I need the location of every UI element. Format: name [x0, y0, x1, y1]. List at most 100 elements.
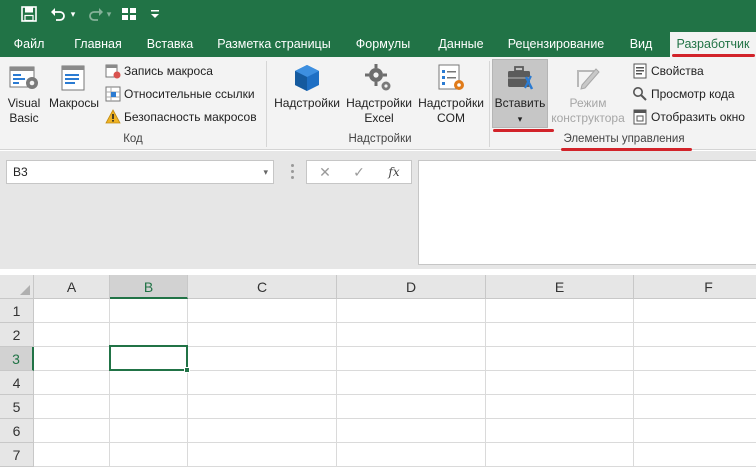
insert-controls-button[interactable]: Вставить ▾: [492, 63, 548, 127]
grid-cell[interactable]: [110, 419, 188, 443]
redo-icon[interactable]: [86, 3, 106, 25]
tab-insert[interactable]: Вставка: [140, 30, 200, 57]
enter-icon[interactable]: ✓: [345, 161, 373, 183]
visual-basic-label-2: Basic: [9, 111, 39, 125]
column-header-f[interactable]: F: [634, 275, 756, 299]
macros-icon: [61, 65, 85, 91]
column-header-c[interactable]: C: [188, 275, 337, 299]
row-header-2[interactable]: 2: [0, 323, 34, 347]
grid-cell[interactable]: [337, 347, 486, 371]
row-header-6[interactable]: 6: [0, 419, 34, 443]
fill-handle[interactable]: [184, 367, 190, 373]
com-addins-button[interactable]: Надстройки COM: [415, 63, 487, 126]
select-all-button[interactable]: [0, 275, 34, 299]
grid-cell[interactable]: [634, 395, 756, 419]
addins-button[interactable]: Надстройки: [272, 63, 342, 111]
design-mode-button[interactable]: Режим конструктора: [549, 63, 627, 126]
grid-cell[interactable]: [486, 347, 634, 371]
undo-dropdown-icon[interactable]: ▾: [68, 3, 78, 25]
record-macro-button[interactable]: Запись макроса: [105, 61, 213, 81]
grid-cell[interactable]: [188, 419, 337, 443]
macros-button[interactable]: Макросы: [46, 63, 102, 111]
form-icon[interactable]: [119, 3, 139, 25]
tab-formulas[interactable]: Формулы: [348, 30, 418, 57]
grid-cell[interactable]: [34, 323, 110, 347]
grid-cell[interactable]: [34, 443, 110, 467]
row-header-3[interactable]: 3: [0, 347, 34, 371]
row-header-5[interactable]: 5: [0, 395, 34, 419]
grid-cell[interactable]: [34, 395, 110, 419]
relative-references-button[interactable]: Относительные ссылки: [105, 84, 255, 104]
grid-cell[interactable]: [188, 347, 337, 371]
grid-cell[interactable]: [634, 299, 756, 323]
design-mode-icon: [577, 68, 600, 90]
grid-cell[interactable]: [337, 371, 486, 395]
grid-cell[interactable]: [34, 419, 110, 443]
grid-cell[interactable]: [337, 299, 486, 323]
grid-cell[interactable]: [188, 323, 337, 347]
save-icon[interactable]: [18, 3, 40, 25]
grid-cell[interactable]: [110, 395, 188, 419]
code-group-label: Код: [123, 133, 143, 145]
grid-cell[interactable]: [34, 347, 110, 371]
grid-cell[interactable]: [188, 443, 337, 467]
grid-cell[interactable]: [337, 419, 486, 443]
record-macro-icon: [105, 64, 121, 79]
grid-cell[interactable]: [634, 419, 756, 443]
name-box[interactable]: B3 ▾: [6, 160, 274, 184]
row-header-7[interactable]: 7: [0, 443, 34, 467]
column-header-b[interactable]: B: [110, 275, 188, 299]
tab-view[interactable]: Вид: [620, 30, 662, 57]
grid-cell[interactable]: [34, 299, 110, 323]
grid-cell[interactable]: [634, 323, 756, 347]
column-header-a[interactable]: A: [34, 275, 110, 299]
grid-cell[interactable]: [634, 347, 756, 371]
grid-cell[interactable]: [486, 371, 634, 395]
column-header-e[interactable]: E: [486, 275, 634, 299]
grid-cell[interactable]: [634, 371, 756, 395]
excel-addins-button[interactable]: Надстройки Excel: [343, 63, 415, 126]
row-header-1[interactable]: 1: [0, 299, 34, 323]
selected-cell[interactable]: [109, 345, 190, 373]
grid-cell[interactable]: [34, 371, 110, 395]
tab-home[interactable]: Главная: [66, 30, 130, 57]
grid-cell[interactable]: [337, 443, 486, 467]
row-header-4[interactable]: 4: [0, 371, 34, 395]
tab-file[interactable]: Файл: [6, 30, 52, 57]
formula-bar-splitter-icon[interactable]: [291, 164, 294, 180]
tab-data[interactable]: Данные: [430, 30, 492, 57]
excel-addins-label-2: Excel: [364, 111, 394, 125]
grid-cell[interactable]: [337, 323, 486, 347]
grid-cell[interactable]: [486, 323, 634, 347]
grid-cell[interactable]: [110, 371, 188, 395]
cancel-icon[interactable]: ✕: [311, 161, 339, 183]
excel-addins-label-1: Надстройки: [346, 96, 412, 110]
grid-cell[interactable]: [337, 395, 486, 419]
grid-cell[interactable]: [188, 395, 337, 419]
grid-cell[interactable]: [188, 371, 337, 395]
worksheet-grid[interactable]: A B C D E F 1 2 3 4 5 6 7: [0, 275, 756, 471]
grid-cell[interactable]: [486, 419, 634, 443]
properties-button[interactable]: Свойства: [632, 61, 704, 81]
run-dialog-button[interactable]: Отобразить окно: [632, 107, 745, 127]
name-box-dropdown-icon[interactable]: ▾: [263, 161, 268, 183]
macro-security-button[interactable]: Безопасность макросов: [105, 107, 257, 127]
grid-cell[interactable]: [634, 443, 756, 467]
column-header-d[interactable]: D: [337, 275, 486, 299]
customize-qat-icon[interactable]: [148, 3, 162, 25]
redo-dropdown-icon[interactable]: ▾: [104, 3, 114, 25]
grid-cell[interactable]: [110, 323, 188, 347]
tab-review[interactable]: Рецензирование: [502, 30, 610, 57]
view-code-button[interactable]: Просмотр кода: [632, 84, 735, 104]
formula-input[interactable]: [418, 160, 756, 265]
insert-function-icon[interactable]: fx: [379, 161, 409, 183]
visual-basic-button[interactable]: Visual Basic: [4, 63, 44, 126]
tab-page-layout[interactable]: Разметка страницы: [212, 30, 336, 57]
grid-cell[interactable]: [486, 395, 634, 419]
undo-icon[interactable]: [48, 3, 68, 25]
grid-cell[interactable]: [486, 299, 634, 323]
grid-cell[interactable]: [110, 299, 188, 323]
grid-cell[interactable]: [188, 299, 337, 323]
grid-cell[interactable]: [486, 443, 634, 467]
grid-cell[interactable]: [110, 443, 188, 467]
